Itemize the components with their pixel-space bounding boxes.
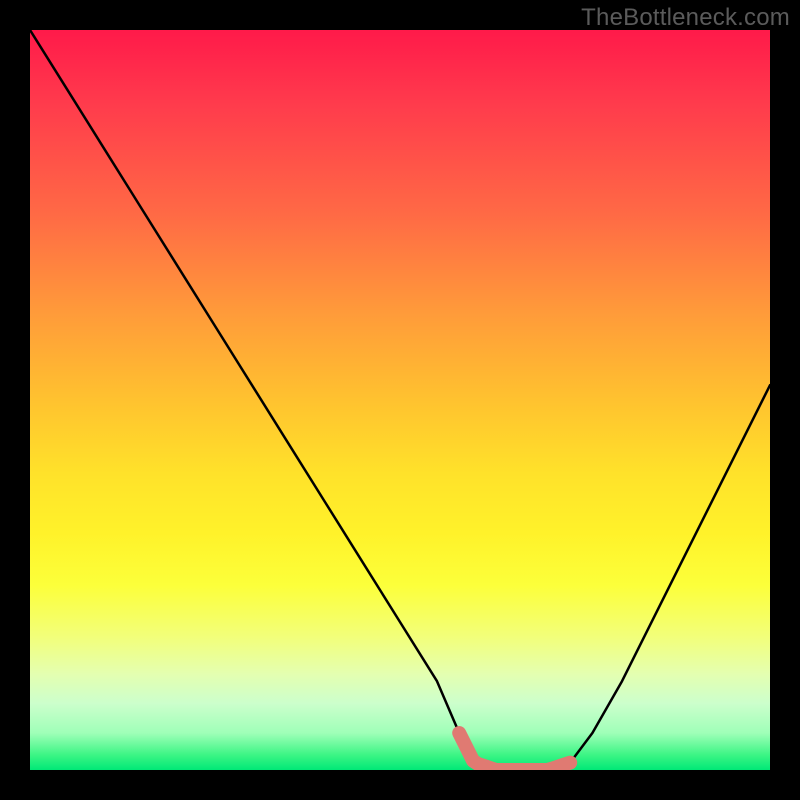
plot-area	[30, 30, 770, 770]
chart-frame: TheBottleneck.com	[0, 0, 800, 800]
bottleneck-curve-path	[30, 30, 770, 770]
bottleneck-marker	[459, 733, 570, 770]
bottleneck-curve-svg	[30, 30, 770, 770]
watermark-text: TheBottleneck.com	[581, 4, 790, 32]
